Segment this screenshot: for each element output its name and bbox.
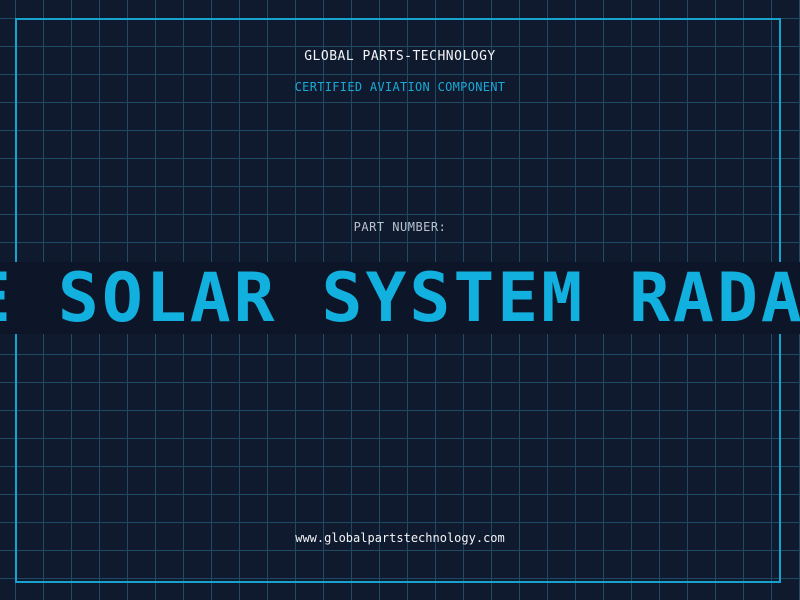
part-number-value: E SOLAR SYSTEM RADA: [0, 262, 800, 334]
part-number-label: PART NUMBER:: [353, 220, 447, 234]
company-name: GLOBAL PARTS-TECHNOLOGY: [304, 49, 496, 64]
website-url: www.globalpartstechnology.com: [295, 531, 505, 545]
certification-subtitle: CERTIFIED AVIATION COMPONENT: [294, 80, 506, 94]
part-number-banner: E SOLAR SYSTEM RADA: [0, 262, 800, 334]
